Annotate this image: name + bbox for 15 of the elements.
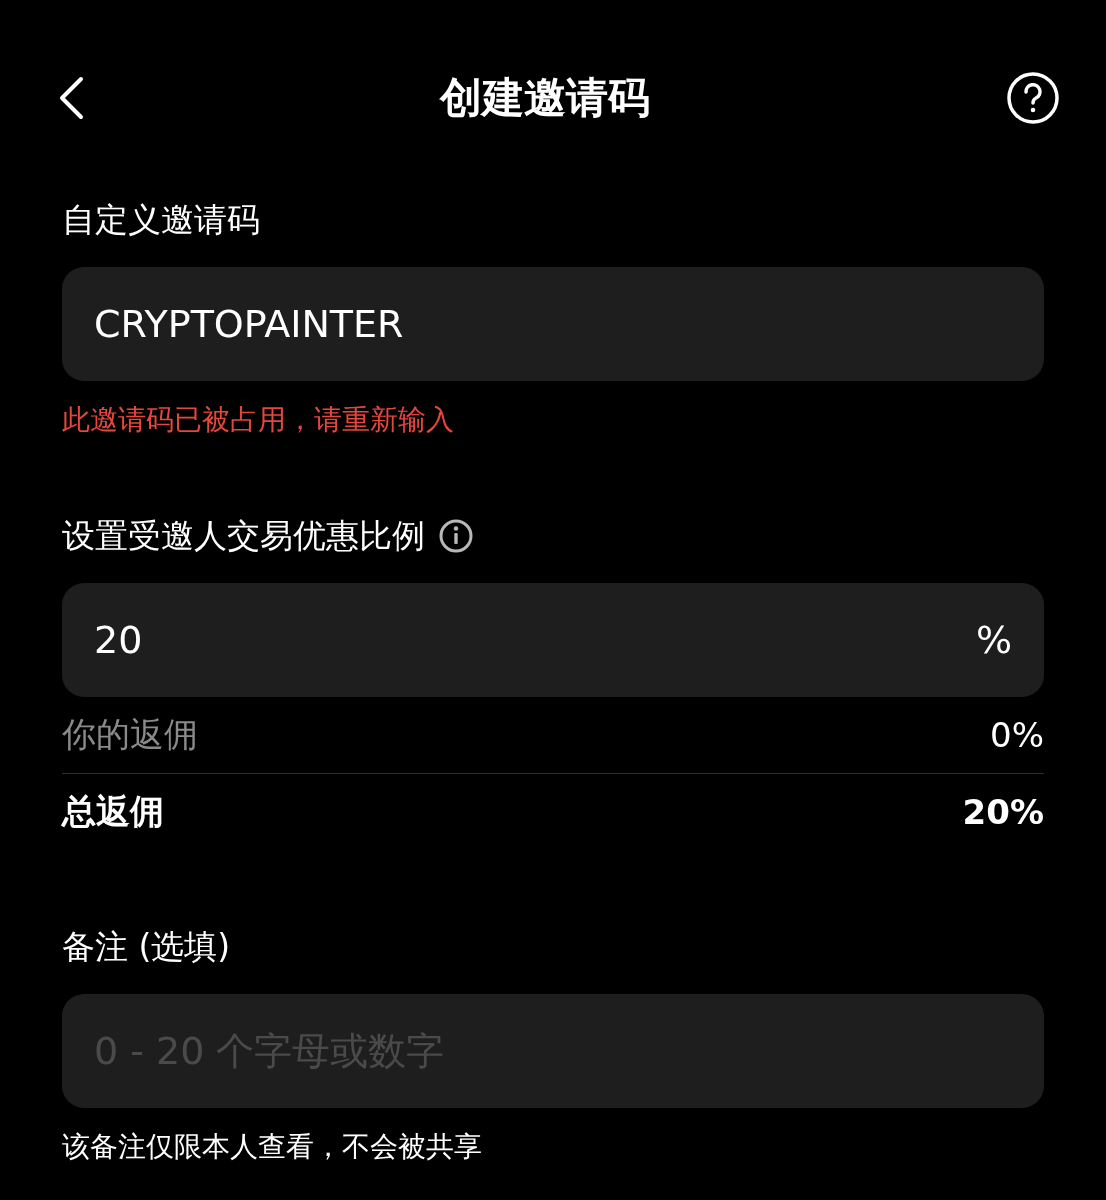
- back-icon[interactable]: [58, 75, 84, 120]
- field-label: 自定义邀请码: [62, 198, 260, 241]
- unit-label: %: [975, 618, 1012, 662]
- error-message: 此邀请码已被占用，请重新输入: [62, 402, 455, 438]
- row-value: 0%: [990, 715, 1044, 755]
- row-value: 20%: [962, 792, 1044, 832]
- row-label: 总返佣: [62, 790, 164, 833]
- field-label: 设置受邀人交易优惠比例: [62, 514, 425, 557]
- info-icon[interactable]: [439, 519, 473, 553]
- help-icon[interactable]: [1006, 70, 1060, 125]
- page-title: 创建邀请码: [440, 71, 650, 124]
- field-label: 备注 (选填): [62, 925, 231, 968]
- hint-text: 该备注仅限本人查看，不会被共享: [62, 1129, 483, 1165]
- row-label: 你的返佣: [62, 713, 198, 756]
- input-field[interactable]: CRYPTOPAINTER: [62, 267, 1044, 381]
